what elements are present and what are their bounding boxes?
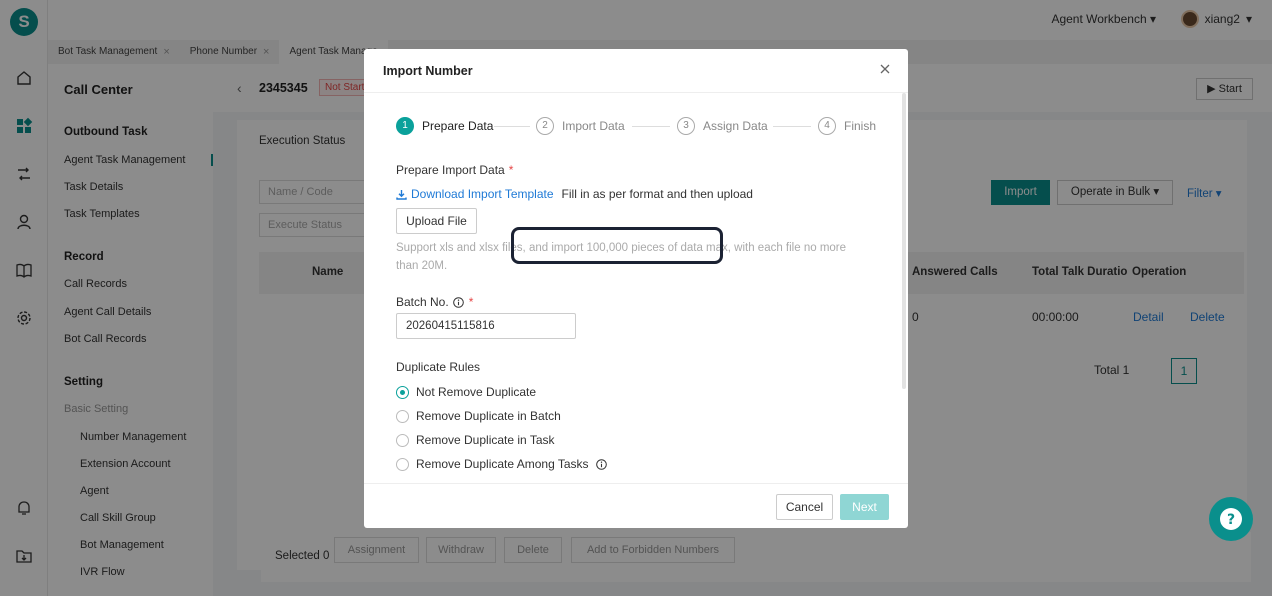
required-mark: * [508,163,514,177]
import-steps: 1 Prepare Data 2 Import Data 3 Assign Data … [396,117,876,137]
step-prepare-data: 1 Prepare Data [396,117,493,135]
batch-no-text: Batch No. [396,295,449,309]
download-icon [396,189,407,200]
step-assign-data: 3 Assign Data [677,117,768,135]
step-label: Import Data [562,119,625,133]
step-label: Assign Data [703,119,768,133]
help-icon: ? [1220,508,1242,530]
step-connector [494,126,530,127]
radio-label: Remove Duplicate Among Tasks [416,457,589,471]
radio-button[interactable] [396,385,409,399]
info-icon[interactable] [595,458,607,470]
step-connector [773,126,811,127]
step-number: 1 [396,117,414,135]
radio-remove-duplicate-task[interactable]: Remove Duplicate in Task [396,433,555,447]
step-finish: 4 Finish [818,117,876,135]
dialog-footer: Cancel Next [364,483,908,528]
step-label: Finish [844,119,877,133]
import-number-dialog: Import Number 1 Prepare Data 2 Import Data… [364,49,908,528]
radio-not-remove-duplicate[interactable]: Not Remove Duplicate [396,385,536,399]
step-number: 4 [818,117,836,135]
dialog-scrollbar[interactable] [902,93,906,389]
step-import-data: 2 Import Data [536,117,625,135]
info-icon[interactable] [452,296,464,308]
step-connector [632,126,670,127]
radio-label: Remove Duplicate in Batch [416,409,561,423]
radio-remove-duplicate-among-tasks[interactable]: Remove Duplicate Among Tasks [396,457,607,471]
download-hint: Fill in as per format and then upload [561,187,753,201]
upload-file-button[interactable]: Upload File [396,208,477,234]
step-number: 2 [536,117,554,135]
batch-no-label: Batch No. * [396,295,473,309]
help-button[interactable]: ? [1209,497,1253,541]
radio-button[interactable] [396,457,409,471]
next-button[interactable]: Next [840,494,889,520]
dialog-body: 1 Prepare Data 2 Import Data 3 Assign Data … [364,93,908,483]
radio-remove-duplicate-batch[interactable]: Remove Duplicate in Batch [396,409,561,423]
download-template-link[interactable]: Download Import Template [396,187,554,201]
dialog-title: Import Number [383,64,473,78]
svg-text:?: ? [1227,512,1235,528]
required-mark: * [468,295,474,309]
radio-label: Not Remove Duplicate [416,385,537,399]
batch-no-input[interactable]: 20260415115816 [396,313,576,339]
download-row: Download Import Template Fill in as per … [396,187,753,201]
close-icon[interactable] [878,62,892,76]
download-template-text: Download Import Template [411,187,554,201]
radio-label: Remove Duplicate in Task [416,433,555,447]
prepare-data-label: Prepare Import Data * [396,163,513,177]
highlight-annotation [511,227,723,264]
radio-button[interactable] [396,409,409,423]
dialog-header: Import Number [364,49,908,93]
radio-button[interactable] [396,433,409,447]
step-label: Prepare Data [422,119,494,133]
prepare-data-text: Prepare Import Data [396,163,505,177]
duplicate-rules-label: Duplicate Rules [396,360,481,374]
cancel-button[interactable]: Cancel [776,494,833,520]
step-number: 3 [677,117,695,135]
